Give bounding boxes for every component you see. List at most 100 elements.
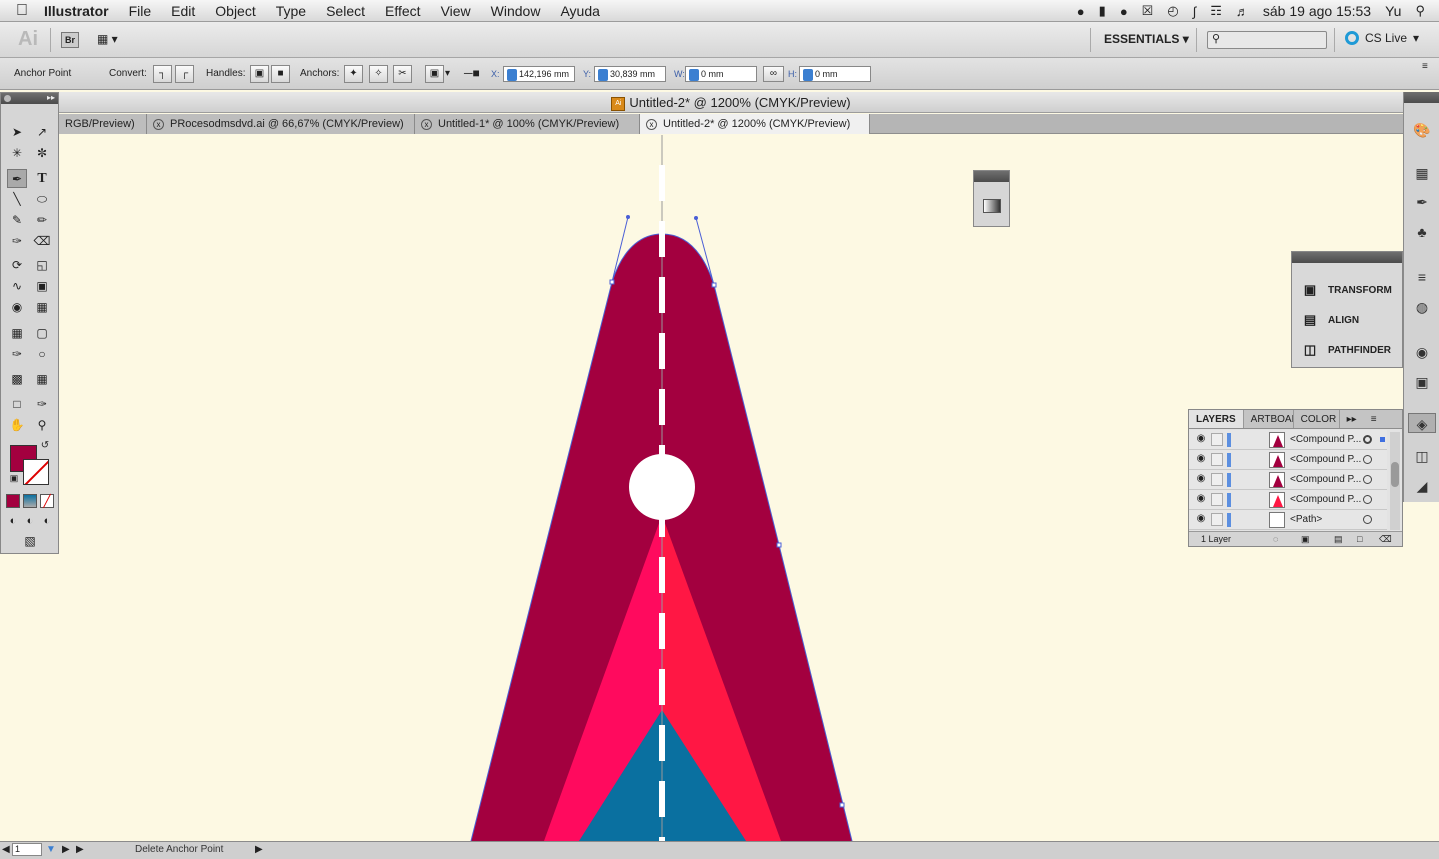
hide-handles-button[interactable]: ■	[271, 65, 290, 83]
m-app-icon[interactable]: ●	[1077, 4, 1085, 19]
stroke-panel-icon[interactable]: ≡	[1412, 267, 1432, 287]
graphic-styles-panel-icon[interactable]: ▣	[1412, 372, 1432, 392]
target-circle-icon[interactable]	[1363, 495, 1372, 504]
h-stepper-icon[interactable]	[803, 68, 813, 81]
symbols-panel-icon[interactable]: ♣	[1412, 222, 1432, 242]
layer-name[interactable]: <Compound P...	[1290, 454, 1361, 465]
layer-row[interactable]: ◉ <Compound P...	[1189, 490, 1387, 510]
delete-layer-icon[interactable]: ⌫	[1379, 532, 1392, 546]
layer-row[interactable]: ◉ <Compound P...	[1189, 450, 1387, 470]
tab-rgb-preview[interactable]: RGB/Preview)	[59, 114, 147, 134]
show-anchors-button[interactable]: ✦	[344, 65, 363, 83]
dock-header[interactable]	[1404, 92, 1439, 103]
layer-row[interactable]: ◉ <Compound P...	[1189, 470, 1387, 490]
layer-row[interactable]: ◉ <Path>	[1189, 510, 1387, 530]
volume-icon[interactable]: ♬	[1236, 4, 1249, 19]
lock-toggle[interactable]	[1211, 493, 1223, 506]
target-circle-icon[interactable]	[1363, 455, 1372, 464]
hide-anchors-button[interactable]: ✧	[369, 65, 388, 83]
layer-name[interactable]: <Compound P...	[1290, 474, 1361, 485]
convert-to-corner-button[interactable]: ┐	[153, 65, 172, 83]
h-field[interactable]: 0 mm	[799, 66, 871, 82]
graph-tool-icon[interactable]: ▦	[32, 370, 52, 389]
anchor-point[interactable]	[711, 282, 717, 288]
menu-edit[interactable]: Edit	[171, 3, 195, 19]
layers-scrollbar[interactable]	[1390, 432, 1400, 530]
slice-tool-icon[interactable]: ✑	[32, 395, 52, 414]
locate-object-icon[interactable]: ◌	[1273, 532, 1278, 546]
layer-row[interactable]: ◉ <Compound P...	[1189, 430, 1387, 450]
layers-panel-icon[interactable]: ◈	[1408, 413, 1436, 433]
selection-tool-icon[interactable]: ➤	[7, 123, 27, 142]
visibility-eye-icon[interactable]: ◉	[1195, 453, 1207, 465]
tab-procesodmsdvd[interactable]: x PRocesodmsdvd.ai @ 66,67% (CMYK/Preview…	[147, 114, 415, 134]
isolate-button[interactable]: ▣	[425, 65, 444, 83]
target-circle-icon[interactable]	[1363, 475, 1372, 484]
selected-square-icon[interactable]	[1380, 437, 1385, 442]
panel-menu-icon[interactable]: ≡	[1364, 410, 1384, 428]
wifi-icon[interactable]: ☶	[1210, 3, 1222, 19]
draw-normal-icon[interactable]: ◐	[6, 514, 20, 528]
lasso-tool-icon[interactable]: ✼	[32, 144, 52, 163]
user-name[interactable]: Yu	[1385, 3, 1401, 19]
record-icon[interactable]: ●	[1120, 4, 1128, 19]
next-artboard-icon[interactable]: ▶	[62, 844, 70, 855]
more-tabs-icon[interactable]: ▸▸	[1340, 410, 1364, 428]
eraser-tool-icon[interactable]: ⌫	[32, 232, 52, 251]
pencil-tool-icon[interactable]: ✏	[32, 211, 52, 230]
default-colors-icon[interactable]: ▣	[7, 471, 21, 485]
transform-panel-button[interactable]: ▣ TRANSFORM	[1302, 280, 1392, 300]
pathfinder-panel-button[interactable]: ◫ PATHFINDER	[1302, 340, 1391, 360]
gradient-panel-icon[interactable]: ◍	[1412, 297, 1432, 317]
y-stepper-icon[interactable]	[598, 68, 608, 81]
draw-inside-icon[interactable]: ◐	[40, 514, 54, 528]
direct-selection-tool-icon[interactable]: ↗	[32, 123, 52, 142]
mesh-tool-icon[interactable]: ▦	[7, 324, 27, 343]
handle-point-right[interactable]	[694, 216, 698, 220]
bluetooth-icon[interactable]: ∫	[1193, 4, 1197, 19]
help-search-input[interactable]: ⚲	[1207, 31, 1327, 49]
tab-layers[interactable]: LAYERS	[1189, 410, 1244, 428]
lock-toggle[interactable]	[1211, 433, 1223, 446]
make-clipping-mask-icon[interactable]: ▣	[1301, 532, 1310, 546]
show-handles-button[interactable]: ▣	[250, 65, 269, 83]
shape-builder-tool-icon[interactable]: ◉	[7, 298, 27, 317]
bridge-button[interactable]: Br	[61, 32, 79, 48]
spotlight-icon[interactable]: ⚲	[1415, 3, 1425, 19]
color-panel-icon[interactable]: 🎨	[1412, 120, 1432, 140]
target-circle-icon[interactable]	[1363, 515, 1372, 524]
lock-toggle[interactable]	[1211, 513, 1223, 526]
artboards-panel-icon[interactable]: ◫	[1412, 446, 1432, 466]
x-field[interactable]: 142,196 mm	[503, 66, 575, 82]
time-machine-icon[interactable]: ◴	[1167, 3, 1178, 19]
blob-brush-tool-icon[interactable]: ✑	[7, 232, 27, 251]
visibility-eye-icon[interactable]: ◉	[1195, 493, 1207, 505]
tab-untitled-2[interactable]: x Untitled-2* @ 1200% (CMYK/Preview)	[640, 114, 870, 134]
ellipse-tool-icon[interactable]: ⬭	[32, 190, 52, 209]
color-mode-icon[interactable]	[6, 494, 20, 508]
isolate-dropdown-icon[interactable]: ▾	[445, 68, 450, 79]
constrain-proportions-button[interactable]: ∞	[763, 66, 784, 82]
close-panel-icon[interactable]	[4, 95, 11, 102]
w-stepper-icon[interactable]	[689, 68, 699, 81]
new-sublayer-icon[interactable]: ▤	[1334, 532, 1343, 546]
draw-behind-icon[interactable]: ◐	[23, 514, 37, 528]
symbol-sprayer-tool-icon[interactable]: ▩	[7, 370, 27, 389]
tab-artboards[interactable]: ARTBOAR	[1244, 410, 1294, 428]
workspace-switcher[interactable]: ESSENTIALS ▾	[1104, 32, 1189, 46]
lock-toggle[interactable]	[1211, 473, 1223, 486]
panel-header[interactable]	[1292, 252, 1402, 263]
clock[interactable]: sáb 19 ago 15:53	[1263, 3, 1371, 19]
screen-mode-icon[interactable]: ▧	[9, 533, 51, 549]
align-to-icon[interactable]: ─■	[464, 66, 480, 80]
gradient-mode-icon[interactable]	[23, 494, 37, 508]
close-tab-icon[interactable]: x	[646, 119, 657, 130]
x-stepper-icon[interactable]	[507, 68, 517, 81]
anchor-point-tool-icon[interactable]: ✒	[7, 169, 27, 188]
artboard-dropdown-icon[interactable]: ▼	[46, 844, 56, 855]
apple-icon[interactable]: 	[0, 2, 44, 20]
warp-tool-icon[interactable]: ∿	[7, 277, 27, 296]
layer-name[interactable]: <Path>	[1290, 514, 1322, 525]
lock-toggle[interactable]	[1211, 453, 1223, 466]
color-guide-panel-icon[interactable]: ◢	[1412, 476, 1432, 496]
